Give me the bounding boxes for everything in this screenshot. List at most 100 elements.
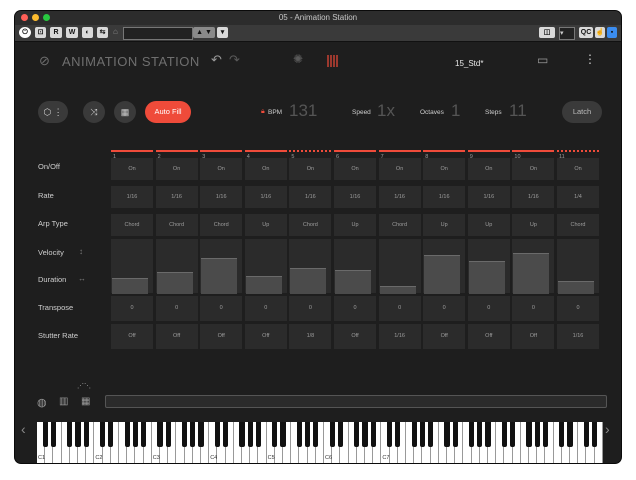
step-arp-cell[interactable]: Up	[467, 214, 510, 236]
knob-icon[interactable]: ◍	[37, 396, 47, 409]
step-transpose-cell[interactable]: 0	[467, 296, 510, 321]
black-key[interactable]	[559, 422, 565, 447]
black-key[interactable]	[411, 422, 417, 447]
randomize-icon[interactable]: ⤨	[83, 101, 105, 123]
step-on-cell[interactable]: On	[289, 158, 332, 180]
read-button[interactable]: R	[50, 27, 62, 38]
black-key[interactable]	[239, 422, 245, 447]
step-arp-cell[interactable]: Up	[512, 214, 555, 236]
black-key[interactable]	[354, 422, 360, 447]
black-key[interactable]	[583, 422, 589, 447]
step-on-cell[interactable]: On	[155, 158, 198, 180]
bypass-icon[interactable]: ⊡	[35, 27, 46, 38]
keyboard-icon[interactable]: ▦	[81, 396, 90, 407]
velocity-bar[interactable]	[424, 255, 461, 294]
step-stutter-cell[interactable]: Off	[467, 324, 510, 349]
black-key[interactable]	[469, 422, 475, 447]
step-on-cell[interactable]: On	[557, 158, 599, 180]
keyboard-map-icon[interactable]: ▦	[114, 101, 136, 123]
step-on-cell[interactable]: On	[423, 158, 466, 180]
black-key[interactable]	[247, 422, 253, 447]
write-button[interactable]: W	[66, 27, 78, 38]
black-key[interactable]	[182, 422, 188, 447]
velocity-bar[interactable]	[201, 258, 238, 294]
black-key[interactable]	[50, 422, 56, 447]
black-key[interactable]	[214, 422, 220, 447]
dice-menu-icon[interactable]: ⬡ ⋮	[38, 101, 68, 123]
step-on-cell[interactable]: On	[244, 158, 287, 180]
power-icon[interactable]: ⏻	[19, 27, 31, 38]
octave-up-chevron-icon[interactable]: ›	[605, 421, 610, 437]
preset-name[interactable]: 15_Std*	[455, 59, 483, 68]
black-key[interactable]	[272, 422, 278, 447]
black-key[interactable]	[428, 422, 434, 447]
black-key[interactable]	[280, 422, 286, 447]
black-key[interactable]	[198, 422, 204, 447]
step-arp-cell[interactable]: Chord	[378, 214, 421, 236]
step-transpose-cell[interactable]: 0	[512, 296, 555, 321]
step-rate-cell[interactable]: 1/16	[200, 186, 243, 208]
step-stutter-cell[interactable]: 1/8	[289, 324, 332, 349]
step-arp-cell[interactable]: Up	[334, 214, 376, 236]
velocity-bar[interactable]	[513, 253, 550, 294]
black-key[interactable]	[124, 422, 130, 447]
step-arp-cell[interactable]: Chord	[557, 214, 599, 236]
black-key[interactable]	[337, 422, 343, 447]
velocity-bar[interactable]	[379, 286, 416, 294]
undo-icon[interactable]: ↶	[211, 52, 222, 68]
keyboard-settings-icon[interactable]: ▥	[59, 396, 68, 407]
step-stutter-cell[interactable]: 1/16	[557, 324, 599, 349]
black-key[interactable]	[534, 422, 540, 447]
black-key[interactable]	[567, 422, 573, 447]
velocity-bar[interactable]	[112, 278, 148, 294]
step-stutter-cell[interactable]: Off	[244, 324, 287, 349]
black-key[interactable]	[108, 422, 114, 447]
black-key[interactable]	[75, 422, 81, 447]
step-rate-cell[interactable]: 1/4	[557, 186, 599, 208]
sequencer-view-icon[interactable]	[327, 54, 339, 67]
velocity-bar[interactable]	[335, 270, 371, 294]
black-key[interactable]	[100, 422, 106, 447]
black-key[interactable]	[510, 422, 516, 447]
step-rate-cell[interactable]: 1/16	[423, 186, 466, 208]
black-key[interactable]	[444, 422, 450, 447]
step-rate-cell[interactable]: 1/16	[334, 186, 376, 208]
black-key[interactable]	[132, 422, 138, 447]
step-arp-cell[interactable]: Chord	[155, 214, 198, 236]
step-rate-cell[interactable]: 1/16	[244, 186, 287, 208]
step-on-cell[interactable]: On	[378, 158, 421, 180]
black-key[interactable]	[501, 422, 507, 447]
black-key[interactable]	[83, 422, 89, 447]
auto-fill-button[interactable]: Auto Fill	[145, 101, 191, 123]
routing-dropdown[interactable]: ▾	[559, 27, 575, 40]
black-key[interactable]	[67, 422, 73, 447]
browse-presets-icon[interactable]: ▭	[537, 53, 548, 67]
lock-icon[interactable]: 🔒︎	[261, 108, 265, 116]
black-key[interactable]	[296, 422, 302, 447]
step-stutter-cell[interactable]: Off	[155, 324, 198, 349]
black-key[interactable]	[362, 422, 368, 447]
step-rate-cell[interactable]: 1/16	[289, 186, 332, 208]
step-transpose-cell[interactable]: 0	[378, 296, 421, 321]
preset-menu-chevron-icon[interactable]: ▾	[217, 27, 228, 38]
black-key[interactable]	[477, 422, 483, 447]
camera-icon[interactable]: ◫	[539, 27, 555, 38]
more-options-icon[interactable]: ⋮	[584, 52, 596, 66]
pitch-bend-icon[interactable]: ⋰⋱	[77, 382, 91, 390]
step-rate-cell[interactable]: 1/16	[111, 186, 153, 208]
preset-nav-arrows[interactable]: ▲ ▼	[193, 27, 215, 38]
step-transpose-cell[interactable]: 0	[111, 296, 153, 321]
black-key[interactable]	[190, 422, 196, 447]
step-on-cell[interactable]: On	[512, 158, 555, 180]
step-rate-cell[interactable]: 1/16	[378, 186, 421, 208]
qc-button[interactable]: QC	[579, 27, 593, 38]
step-transpose-cell[interactable]: 0	[244, 296, 287, 321]
octave-down-chevron-icon[interactable]: ‹	[21, 421, 26, 437]
hand-icon[interactable]: ☝	[595, 27, 605, 38]
black-key[interactable]	[141, 422, 147, 447]
step-rate-cell[interactable]: 1/16	[155, 186, 198, 208]
step-stutter-cell[interactable]: Off	[200, 324, 243, 349]
black-key[interactable]	[542, 422, 548, 447]
velocity-bar[interactable]	[558, 281, 594, 294]
black-key[interactable]	[452, 422, 458, 447]
